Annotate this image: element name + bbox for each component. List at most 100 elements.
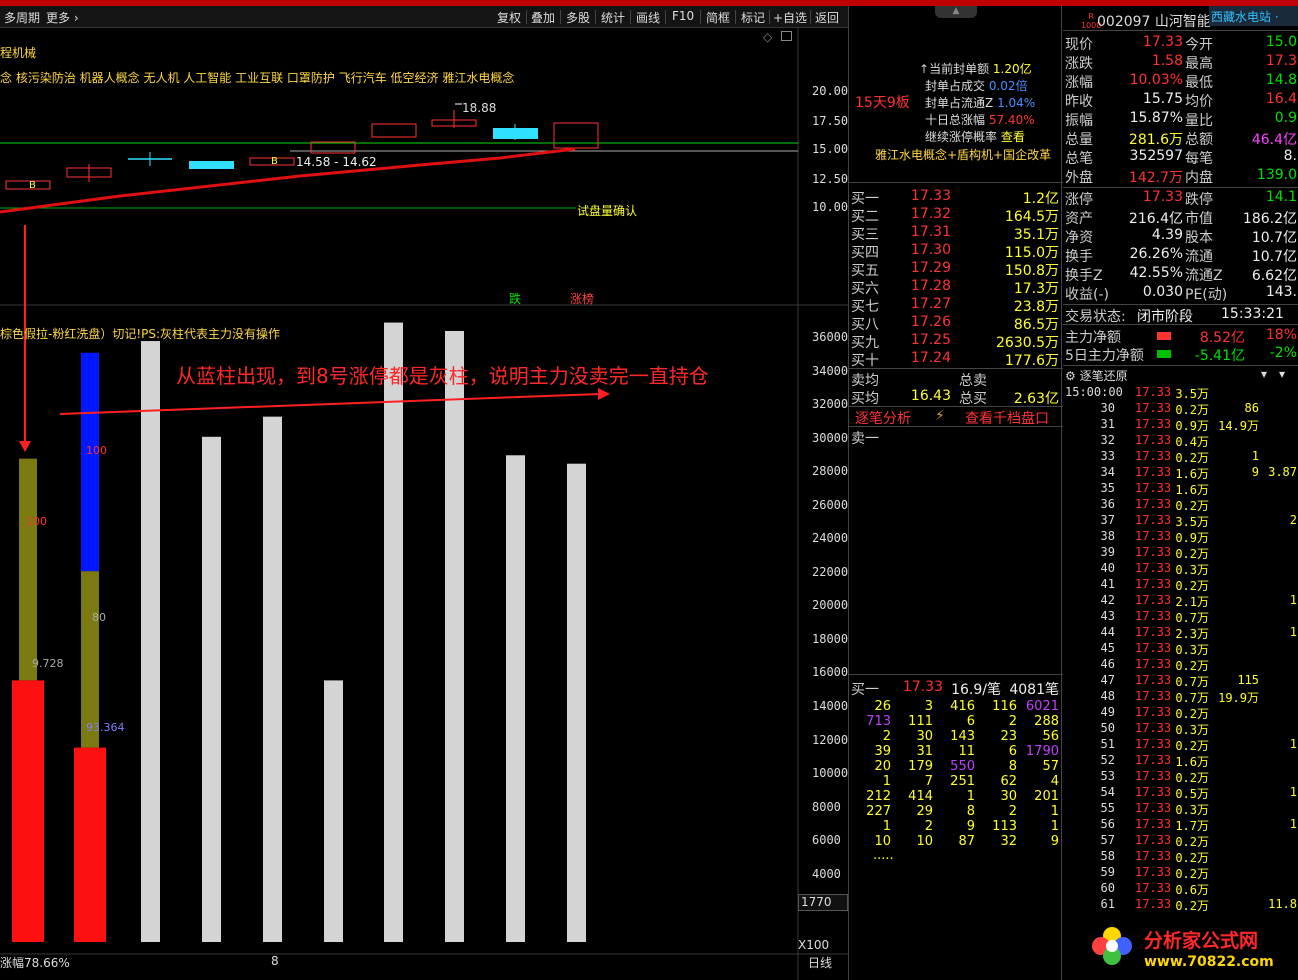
bid-level-label: 买九: [851, 335, 879, 351]
divider: [1063, 187, 1298, 188]
bid-row[interactable]: 买六 17.28 17.3万: [851, 278, 1061, 297]
quote-value: 16.4: [1265, 91, 1297, 107]
bid-row[interactable]: 买十 17.24 177.6万: [851, 350, 1061, 369]
tick-price: 17.33: [1135, 385, 1172, 399]
quote-row: 涨幅 10.03% 最低 14.8: [1065, 72, 1297, 91]
bar-value-label: 80: [92, 611, 106, 624]
volume-bar-gray[interactable]: [445, 330, 464, 943]
kline-volume-chart[interactable]: [0, 28, 848, 980]
tick-analysis-tab[interactable]: 逐笔分析: [855, 408, 911, 428]
volume-bar-gray[interactable]: [324, 680, 343, 942]
candle[interactable]: [5, 180, 51, 190]
toolbar-btn-add-watchlist[interactable]: +自选: [773, 9, 807, 26]
bid-row[interactable]: 买一 17.33 1.2亿: [851, 188, 1061, 207]
bid-price: 17.26: [910, 314, 951, 330]
volume-tick: 30000: [812, 431, 849, 445]
layout-toggle-icon[interactable]: [781, 31, 792, 41]
diamond-icon[interactable]: ◇: [763, 30, 772, 44]
bid-level-label: 买五: [851, 263, 879, 279]
queue-cell: 23: [1000, 729, 1017, 744]
filter-dropdown-icon[interactable]: ▾: [1261, 367, 1267, 381]
volume-bar-gray[interactable]: [567, 463, 586, 942]
tick-time: 35: [1100, 481, 1115, 495]
tick-extra: 1: [1289, 593, 1297, 607]
volume-bar-red[interactable]: [74, 747, 106, 942]
sector-tag[interactable]: 西藏水电站 ·: [1209, 6, 1298, 26]
bar-value-label: 100: [86, 444, 107, 457]
candle[interactable]: [371, 123, 417, 138]
toolbar-btn-overlay[interactable]: 叠加: [531, 9, 555, 26]
trade-status-row: 交易状态: 闭市阶段 15:33:21: [1065, 306, 1297, 325]
bid-row[interactable]: 买九 17.25 2630.5万: [851, 332, 1061, 351]
bid-row[interactable]: 买七 17.27 23.8万: [851, 296, 1061, 315]
volume-bar-gray[interactable]: [506, 455, 525, 942]
bid-volume: 1.2亿: [1022, 191, 1059, 207]
chevron-right-icon: ›: [73, 11, 79, 25]
more-button[interactable]: 更多 ›: [46, 9, 79, 26]
tick-volume: 0.2万: [1175, 899, 1209, 913]
quote-label: 量比: [1185, 113, 1213, 129]
tick-price: 17.33: [1135, 529, 1172, 543]
bid-volume: 115.0万: [1004, 245, 1059, 261]
period-day-button[interactable]: 日线: [808, 954, 832, 971]
volume-bar-gray[interactable]: [202, 436, 221, 942]
main-net-bar: [1157, 332, 1171, 340]
tick-volume: 0.9万: [1175, 419, 1209, 433]
volume-bar-blue[interactable]: [81, 352, 99, 572]
bid-row[interactable]: 买五 17.29 150.8万: [851, 260, 1061, 279]
candle[interactable]: [553, 122, 599, 149]
bar-value-label: 9.728: [32, 657, 64, 670]
quote-label: 涨停: [1065, 192, 1093, 208]
prob-view-link[interactable]: 查看: [1001, 130, 1025, 144]
bid-row[interactable]: 买三 17.31 35.1万: [851, 224, 1061, 243]
bid-row[interactable]: 买四 17.30 115.0万: [851, 242, 1061, 261]
quote-label: 净资: [1065, 230, 1093, 246]
watermark-url: www.70822.com: [1144, 954, 1274, 970]
tick-price: 17.33: [1135, 417, 1172, 431]
volume-bar-olive[interactable]: [19, 458, 37, 681]
toolbar-divider: [810, 10, 811, 24]
bid-row[interactable]: 买八 17.26 86.5万: [851, 314, 1061, 333]
toolbar-divider: [560, 10, 561, 24]
toolbar-btn-back[interactable]: 返回: [815, 9, 839, 26]
label: 总买: [959, 391, 987, 407]
stock-title[interactable]: 002097 山河智能: [1097, 11, 1211, 31]
view-1000-level-tab[interactable]: 查看千档盘口: [965, 408, 1049, 428]
gear-icon[interactable]: ⚙: [1065, 369, 1076, 383]
divider: [1063, 304, 1298, 305]
bid-row[interactable]: 买二 17.32 164.5万: [851, 206, 1061, 225]
toolbar-btn-mark[interactable]: 标记: [741, 9, 765, 26]
quote-row: 振幅 15.87% 量比 0.9: [1065, 110, 1297, 129]
queue-cell: 212: [866, 789, 891, 804]
toolbar-btn-simple-frame[interactable]: 简框: [706, 9, 730, 26]
volume-tick: 4000: [812, 867, 841, 881]
tick-row: 37 17.33 3.5万 2: [1063, 513, 1298, 529]
quote-label: 均价: [1185, 94, 1213, 110]
queue-row: 26 3 416 116 6021: [849, 699, 1063, 714]
chart-area[interactable]: 程机械 念 核污染防治 机器人概念 无人机 人工智能 工业互联 口罩防护 飞行汽…: [0, 28, 848, 980]
ask1-label: 卖一: [851, 431, 879, 447]
multi-period-button[interactable]: 多周期: [4, 9, 40, 26]
tick-price: 17.33: [1135, 433, 1172, 447]
collapse-up-icon[interactable]: ▲: [935, 6, 977, 18]
tick-price: 17.33: [1135, 865, 1172, 879]
toolbar-btn-stats[interactable]: 统计: [601, 9, 625, 26]
settings-dropdown-icon[interactable]: ▾: [1279, 367, 1285, 381]
volume-bar-gray[interactable]: [263, 416, 282, 942]
quote-row: 外盘 142.7万 内盘 139.0: [1065, 167, 1297, 186]
quote-value: 281.6万: [1128, 132, 1183, 148]
toolbar-btn-restore-rights[interactable]: 复权: [497, 9, 521, 26]
toolbar-btn-draw[interactable]: 画线: [636, 9, 660, 26]
toolbar-btn-multi-stock[interactable]: 多股: [566, 9, 590, 26]
volume-bar-gray[interactable]: [384, 322, 403, 942]
divider: [1063, 30, 1298, 31]
queue-more[interactable]: .....: [873, 848, 894, 863]
volume-bar-red[interactable]: [12, 680, 44, 942]
queue-cell: 550: [950, 759, 975, 774]
queue-cell: 201: [1034, 789, 1059, 804]
candle[interactable]: [189, 161, 234, 169]
toolbar-btn-f10[interactable]: F10: [672, 9, 694, 23]
volume-bar-gray[interactable]: [141, 341, 160, 942]
tick-row: 48 17.33 0.7万 19.9万: [1063, 689, 1298, 705]
label: 5日主力净额: [1065, 348, 1144, 364]
